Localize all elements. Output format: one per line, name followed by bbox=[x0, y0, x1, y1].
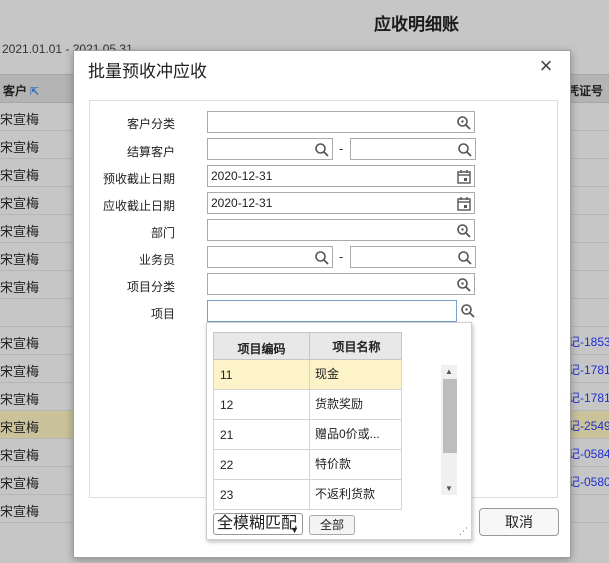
option-name: 不返利货款 bbox=[309, 480, 403, 509]
prepay-cutoff-value: 2020-12-31 bbox=[211, 169, 273, 183]
option-code: 22 bbox=[220, 458, 234, 472]
column-project-name: 项目名称 bbox=[309, 333, 403, 361]
column-customer[interactable]: 客户 ⇱ bbox=[3, 82, 39, 99]
row-customer: 宋宣梅 bbox=[0, 364, 40, 379]
close-button[interactable]: × bbox=[536, 55, 556, 77]
cancel-button[interactable]: 取消 bbox=[479, 508, 559, 536]
project-category-label: 项目分类 bbox=[126, 280, 175, 294]
calendar-icon[interactable] bbox=[456, 196, 472, 212]
project-dropdown: 项目编码 项目名称 11 现金 12 货款奖励 21 赠品0价或... 22 特价款 23 不返利… bbox=[206, 322, 472, 540]
settle-customer-from-field[interactable] bbox=[207, 138, 333, 160]
row-customer: 宋宣梅 bbox=[0, 476, 40, 491]
search-icon[interactable] bbox=[314, 142, 330, 158]
row-voucher-link[interactable]: 记-1781 bbox=[568, 361, 609, 378]
receivable-cutoff-value: 2020-12-31 bbox=[211, 196, 273, 210]
scroll-thumb[interactable] bbox=[443, 379, 457, 453]
salesperson-label: 业务员 bbox=[138, 253, 175, 267]
option-name: 现金 bbox=[309, 360, 403, 389]
match-mode-select[interactable]: 全模糊匹配 ▼ bbox=[213, 513, 303, 535]
dropdown-option[interactable]: 12 货款奖励 bbox=[213, 390, 402, 420]
dialog-title: 批量预收冲应收 bbox=[88, 62, 207, 81]
dropdown-scrollbar[interactable]: ▲ ▼ bbox=[441, 365, 457, 495]
dropdown-option[interactable]: 11 现金 bbox=[213, 360, 402, 390]
department-label: 部门 bbox=[150, 226, 175, 240]
customer-category-label: 客户分类 bbox=[126, 117, 175, 131]
row-customer: 宋宣梅 bbox=[0, 420, 40, 435]
row-customer: 宋宣梅 bbox=[0, 448, 40, 463]
row-customer: 宋宣梅 bbox=[0, 168, 40, 183]
search-icon[interactable] bbox=[460, 303, 476, 319]
settle-customer-to-field[interactable] bbox=[350, 138, 476, 160]
all-button[interactable]: 全部 bbox=[309, 515, 355, 535]
settle-customer-label: 结算客户 bbox=[126, 145, 175, 159]
column-voucher[interactable]: 凭证号 bbox=[567, 82, 603, 99]
customer-category-field[interactable] bbox=[207, 111, 475, 133]
scroll-down-icon[interactable]: ▼ bbox=[445, 484, 453, 493]
row-voucher-link[interactable]: 记-1781 bbox=[568, 389, 609, 406]
batch-offset-dialog: 批量预收冲应收 × 客户分类 结算客户 - 预收截止日期 2020-12-31 … bbox=[73, 50, 571, 558]
range-separator: - bbox=[339, 141, 344, 156]
prepay-cutoff-label: 预收截止日期 bbox=[102, 172, 175, 186]
dropdown-header: 项目编码 项目名称 bbox=[213, 332, 403, 361]
search-icon[interactable] bbox=[457, 142, 473, 158]
row-voucher-link[interactable]: 记-2549 bbox=[568, 417, 609, 434]
dropdown-option[interactable]: 22 特价款 bbox=[213, 450, 402, 480]
chevron-down-icon: ▼ bbox=[290, 525, 299, 535]
column-customer-label: 客户 bbox=[3, 84, 28, 98]
project-label: 项目 bbox=[150, 307, 175, 321]
calendar-icon[interactable] bbox=[456, 169, 472, 185]
dropdown-option[interactable]: 21 赠品0价或... bbox=[213, 420, 402, 450]
row-customer: 宋宣梅 bbox=[0, 504, 40, 519]
search-icon[interactable] bbox=[457, 250, 473, 266]
salesperson-from-field[interactable] bbox=[207, 246, 333, 268]
search-icon[interactable] bbox=[456, 277, 472, 293]
search-icon[interactable] bbox=[456, 115, 472, 131]
pin-icon[interactable]: ⇱ bbox=[30, 86, 39, 98]
search-icon[interactable] bbox=[456, 223, 472, 239]
option-code: 23 bbox=[220, 488, 234, 502]
row-customer: 宋宣梅 bbox=[0, 224, 40, 239]
option-code: 12 bbox=[220, 398, 234, 412]
salesperson-to-field[interactable] bbox=[350, 246, 476, 268]
prepay-cutoff-date-field[interactable]: 2020-12-31 bbox=[207, 165, 475, 187]
row-customer: 宋宣梅 bbox=[0, 336, 40, 351]
department-field[interactable] bbox=[207, 219, 475, 241]
row-customer: 宋宣梅 bbox=[0, 252, 40, 267]
option-code: 11 bbox=[220, 368, 233, 382]
report-title: 应收明细账 bbox=[374, 15, 459, 34]
row-customer: 宋宣梅 bbox=[0, 112, 40, 127]
search-icon[interactable] bbox=[314, 250, 330, 266]
row-customer: 宋宣梅 bbox=[0, 392, 40, 407]
row-voucher-link[interactable]: 记-0584 bbox=[568, 445, 609, 462]
project-field[interactable] bbox=[207, 300, 457, 322]
receivable-cutoff-date-field[interactable]: 2020-12-31 bbox=[207, 192, 475, 214]
project-category-field[interactable] bbox=[207, 273, 475, 295]
row-customer: 宋宣梅 bbox=[0, 196, 40, 211]
option-code: 21 bbox=[220, 428, 234, 442]
row-customer: 宋宣梅 bbox=[0, 280, 40, 295]
option-name: 货款奖励 bbox=[309, 390, 403, 419]
row-voucher-link[interactable]: 记-1853 bbox=[568, 333, 609, 350]
match-mode-value: 全模糊匹配 bbox=[217, 515, 298, 532]
dropdown-option[interactable]: 23 不返利货款 bbox=[213, 480, 402, 510]
option-name: 赠品0价或... bbox=[309, 420, 403, 449]
row-voucher-link[interactable]: 记-0580 bbox=[568, 473, 609, 490]
receivable-cutoff-label: 应收截止日期 bbox=[102, 199, 175, 213]
option-name: 特价款 bbox=[309, 450, 403, 479]
resize-grip-icon[interactable]: ⋰ bbox=[459, 526, 468, 537]
range-separator: - bbox=[339, 249, 344, 264]
scroll-up-icon[interactable]: ▲ bbox=[445, 367, 453, 376]
row-customer: 宋宣梅 bbox=[0, 140, 40, 155]
column-project-code: 项目编码 bbox=[237, 342, 286, 356]
